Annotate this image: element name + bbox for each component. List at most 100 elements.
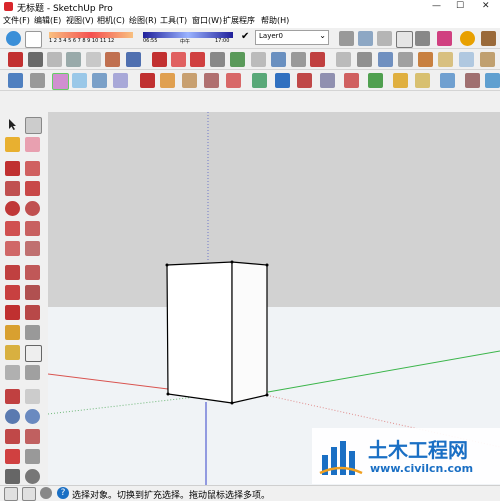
box-front-face[interactable] [166,261,233,404]
toolbar2-icon-19[interactable] [378,52,393,67]
toolbar2-icon-1[interactable] [8,52,23,67]
toolbar3-icon-15[interactable] [320,73,335,88]
toolbar3-icon-19[interactable] [415,73,430,88]
warehouse-icon[interactable] [358,31,373,46]
look-around-icon[interactable] [25,449,40,464]
toolbar2-icon-7[interactable] [126,52,141,67]
menu-tools[interactable]: 工具(T) [160,15,187,26]
follow-me-icon[interactable] [25,285,40,300]
two-point-arc-icon[interactable] [25,221,40,236]
rotate-icon[interactable] [5,285,20,300]
make-component-icon[interactable] [25,117,42,134]
toolbar3-icon-17[interactable] [368,73,383,88]
maximize-icon[interactable]: ☐ [456,1,464,11]
toolbar2-icon-14[interactable] [271,52,286,67]
protractor-icon[interactable] [5,345,20,360]
offset-icon[interactable] [25,305,40,320]
toolbar3-icon-13[interactable] [275,73,290,88]
menu-help[interactable]: 帮助(H) [261,15,289,26]
toolbar3-icon-10[interactable] [204,73,219,88]
toolbar3-icon-21[interactable] [465,73,480,88]
layer-check-icon[interactable]: ✔ [241,31,249,42]
rectangle-icon[interactable] [5,181,20,196]
toolbar3-icon-1[interactable] [8,73,23,88]
toolbar3-icon-12[interactable] [252,73,267,88]
toolbar2-icon-15[interactable] [291,52,306,67]
toolbar2-icon-5[interactable] [86,52,101,67]
toolbar2-icon-2[interactable] [28,52,43,67]
eraser-icon[interactable] [25,137,40,152]
menu-file[interactable]: 文件(F) [3,15,30,26]
snowflake-icon[interactable] [72,73,87,88]
help-icon[interactable]: ? [57,487,69,499]
zoom-icon[interactable] [5,409,20,424]
toolbar3-icon-2[interactable] [30,73,45,88]
tape-measure-icon[interactable] [5,325,20,340]
walk-icon[interactable] [5,469,20,484]
toolbar2-icon-13[interactable] [251,52,266,67]
three-point-arc-icon[interactable] [5,241,20,256]
layer-manager-icon[interactable] [339,31,354,46]
toolbar3-icon-3[interactable] [52,73,69,90]
home-icon[interactable] [396,31,413,48]
toolbar3-icon-9[interactable] [182,73,197,88]
orbit-icon[interactable] [5,389,20,404]
close-icon[interactable]: ✕ [482,1,490,11]
freehand-icon[interactable] [25,161,40,176]
circle-icon[interactable] [5,201,20,216]
menu-window[interactable]: 窗口(W) [192,15,222,26]
text-icon[interactable] [25,345,42,362]
shadow-toggle-icon[interactable] [6,31,21,46]
pan-icon[interactable] [25,389,40,404]
status-icon-2[interactable] [22,487,36,501]
toolbar2-icon-20[interactable] [398,52,413,67]
toolbar2-icon-24[interactable] [480,52,495,67]
rotated-rectangle-icon[interactable] [25,181,40,196]
menu-camera[interactable]: 相机(C) [97,15,125,26]
menu-edit[interactable]: 编辑(E) [34,15,61,26]
coin-icon[interactable] [460,31,475,46]
share-icon[interactable] [415,31,430,46]
toolbar3-icon-8[interactable] [160,73,175,88]
axes-icon[interactable] [5,365,20,380]
toolbar3-icon-6[interactable] [113,73,128,88]
toolbar2-icon-6[interactable] [105,52,120,67]
toolbar2-icon-3[interactable] [47,52,62,67]
polygon-icon[interactable] [25,201,40,216]
minimize-icon[interactable]: — [432,1,441,11]
status-icon-1[interactable] [4,487,18,501]
toolbar2-icon-10[interactable] [190,52,205,67]
toolbar2-icon-16[interactable] [310,52,325,67]
toolbar2-icon-11[interactable] [210,52,225,67]
ruby-icon[interactable] [437,31,452,46]
toolbar3-icon-18[interactable] [393,73,408,88]
toolbar2-icon-18[interactable] [357,52,372,67]
toolbar3-icon-5[interactable] [92,73,107,88]
toolbar3-icon-7[interactable] [140,73,155,88]
toolbar2-icon-4[interactable] [66,52,81,67]
position-camera-icon[interactable] [5,449,20,464]
toolbar3-icon-22[interactable] [485,73,500,88]
menu-extensions[interactable]: 扩展程序 [223,15,255,26]
toolbar3-icon-16[interactable] [344,73,359,88]
extension-warehouse-icon[interactable] [377,31,392,46]
toolbar2-icon-21[interactable] [418,52,433,67]
toolbar2-icon-9[interactable] [171,52,186,67]
previous-view-icon[interactable] [25,429,40,444]
3d-text-icon[interactable] [25,365,40,380]
menu-draw[interactable]: 绘图(R) [129,15,157,26]
line-icon[interactable] [5,161,20,176]
scale-icon[interactable] [5,305,20,320]
zoom-extents-icon[interactable] [5,429,20,444]
toolbar2-icon-22[interactable] [438,52,453,67]
status-icon-3[interactable] [40,487,52,499]
move-icon[interactable] [5,265,20,280]
menu-view[interactable]: 视图(V) [66,15,94,26]
toolbar3-icon-11[interactable] [226,73,241,88]
eye-icon[interactable] [25,469,40,484]
arc-icon[interactable] [5,221,20,236]
pie-icon[interactable] [25,241,40,256]
toolbar2-icon-12[interactable] [230,52,245,67]
toolbox-icon[interactable] [481,31,496,46]
toolbar2-icon-23[interactable] [459,52,474,67]
